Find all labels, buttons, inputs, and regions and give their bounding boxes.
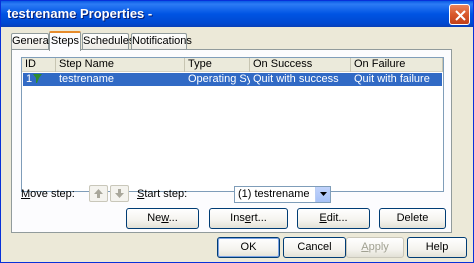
tab-steps[interactable]: Steps: [49, 31, 81, 51]
window-title: testrename Properties -: [7, 6, 153, 21]
close-button[interactable]: [449, 4, 470, 25]
start-step-label: Start step:: [137, 188, 188, 200]
column-header-step-name[interactable]: Step Name: [56, 58, 185, 72]
start-step-value: (1) testrename: [238, 188, 310, 200]
column-header-type[interactable]: Type: [185, 58, 250, 72]
apply-button[interactable]: Apply: [346, 237, 404, 258]
arrow-down-icon: [115, 189, 124, 198]
steps-list[interactable]: ID Step Name Type On Success On Failure …: [21, 57, 444, 192]
step-on-success: Quit with success: [253, 73, 339, 85]
edit-step-button[interactable]: Edit...: [297, 208, 370, 229]
tab-general[interactable]: General: [11, 33, 51, 50]
list-header: ID Step Name Type On Success On Failure: [22, 58, 443, 72]
step-row[interactable]: 1 testrename Operating Sy... Quit with s…: [23, 73, 442, 86]
column-header-id[interactable]: ID: [22, 58, 56, 72]
help-button[interactable]: Help: [407, 237, 467, 258]
start-step-select[interactable]: (1) testrename: [234, 186, 331, 203]
step-type: Operating Sy...: [188, 73, 250, 85]
tab-notifications[interactable]: Notifications: [131, 33, 192, 50]
arrow-up-icon: [94, 189, 103, 198]
insert-step-button[interactable]: Insert...: [209, 208, 288, 229]
properties-dialog: testrename Properties - General Steps Sc…: [0, 0, 474, 263]
start-step-flag-icon: [33, 74, 42, 83]
title-bar[interactable]: testrename Properties -: [1, 1, 473, 27]
column-header-on-failure[interactable]: On Failure: [351, 58, 443, 72]
column-header-on-success[interactable]: On Success: [250, 58, 351, 72]
step-on-failure: Quit with failure: [354, 73, 430, 85]
close-icon: [455, 10, 466, 21]
step-name: testrename: [59, 73, 115, 85]
cancel-button[interactable]: Cancel: [283, 237, 346, 258]
delete-step-button[interactable]: Delete: [379, 208, 446, 229]
move-step-down-button[interactable]: [110, 185, 129, 202]
tab-schedules[interactable]: Schedules: [82, 33, 134, 50]
ok-button[interactable]: OK: [217, 237, 280, 258]
steps-panel: ID Step Name Type On Success On Failure …: [11, 49, 452, 233]
move-step-up-button[interactable]: [89, 185, 108, 202]
start-step-dropdown-button[interactable]: [315, 187, 330, 202]
new-step-button[interactable]: New...: [126, 208, 199, 229]
move-step-label: Move step:: [21, 188, 75, 200]
chevron-down-icon: [320, 192, 327, 196]
